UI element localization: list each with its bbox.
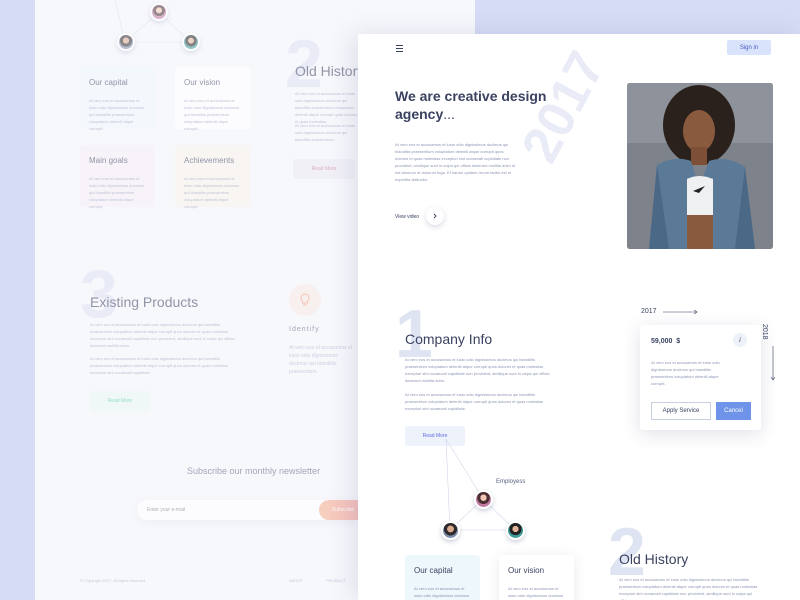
network-lines — [445, 438, 516, 531]
front-page: Sign in 2017 We are creative design agen… — [358, 34, 800, 600]
employee-avatar-2[interactable] — [441, 521, 460, 540]
section-title-old-history: Old History — [619, 551, 689, 567]
card-our-capital: Our capital At vero eos et accusamus et … — [405, 555, 480, 600]
card-text: At vero eos et accusamus et iusto odio d… — [508, 586, 564, 598]
card-our-vision: Our vision At vero eos et accusamus et i… — [499, 555, 574, 600]
card-title: Our vision — [508, 566, 545, 575]
old-history-text: At vero eos et accusamus et iusto odio d… — [619, 577, 758, 600]
employees-label: Employess — [496, 479, 526, 485]
card-title: Our capital — [414, 566, 453, 575]
card-text: At vero eos et accusamus et iusto odio d… — [414, 586, 470, 598]
employee-avatar-3[interactable] — [506, 521, 525, 540]
employee-avatar-1[interactable] — [474, 490, 493, 509]
